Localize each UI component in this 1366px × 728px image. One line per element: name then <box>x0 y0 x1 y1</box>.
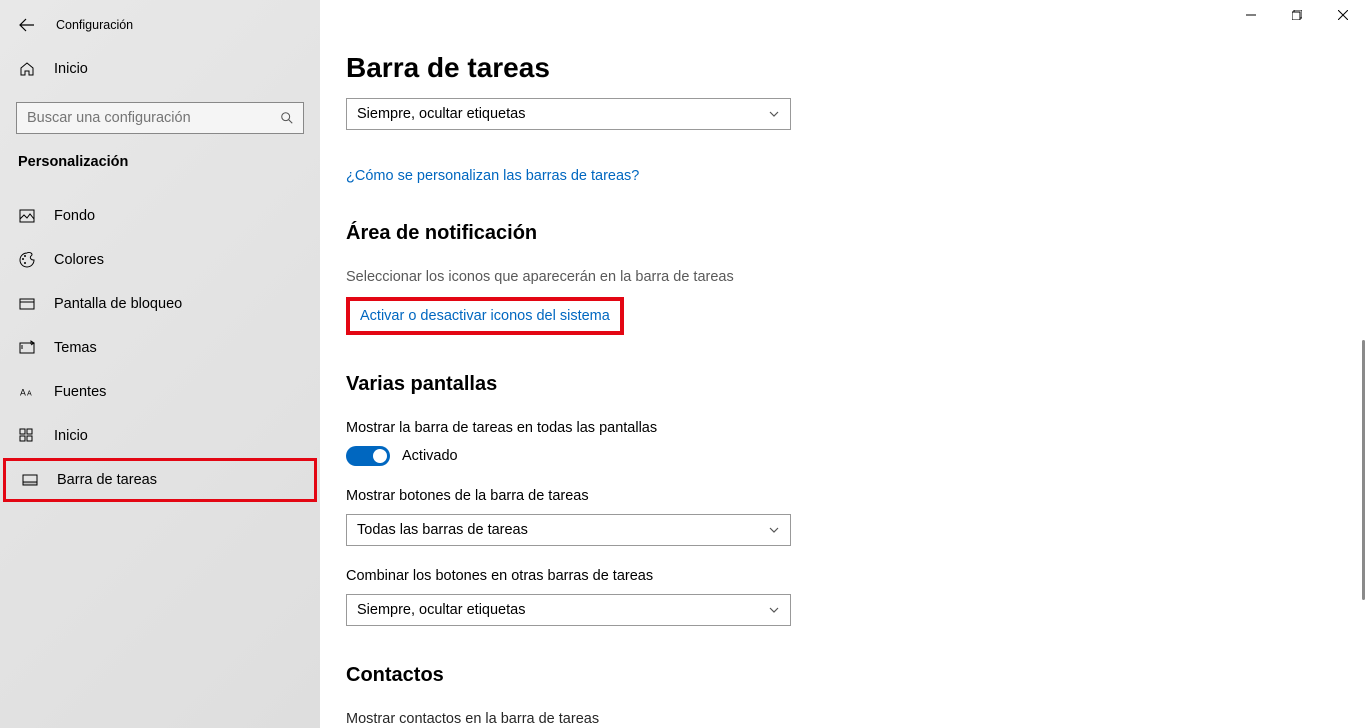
system-icons-link[interactable]: Activar o desactivar iconos del sistema <box>360 308 610 324</box>
sidebar-item-colores[interactable]: Colores <box>0 238 320 282</box>
combine-buttons-dropdown-2[interactable]: Siempre, ocultar etiquetas <box>346 594 791 626</box>
combine-buttons-label: Combinar los botones en otras barras de … <box>346 568 1366 584</box>
sidebar: Configuración Inicio Personalización Fon… <box>0 0 320 728</box>
close-button[interactable] <box>1320 0 1366 30</box>
taskbar-icon <box>21 471 39 489</box>
chevron-down-icon <box>768 604 780 616</box>
notification-area-heading: Área de notificación <box>346 184 1366 255</box>
chevron-down-icon <box>768 524 780 536</box>
window-controls <box>1228 0 1366 30</box>
fonts-icon: A A <box>18 383 36 401</box>
search-input[interactable] <box>16 102 304 134</box>
chevron-down-icon <box>768 108 780 120</box>
sidebar-item-inicio[interactable]: Inicio <box>0 414 320 458</box>
show-buttons-dropdown[interactable]: Todas las barras de tareas <box>346 514 791 546</box>
main-content: Barra de tareas Siempre, ocultar etiquet… <box>320 0 1366 728</box>
maximize-button[interactable] <box>1274 0 1320 30</box>
show-contacts-text: Mostrar contactos en la barra de tareas <box>346 711 1366 727</box>
sidebar-item-fondo[interactable]: Fondo <box>0 194 320 238</box>
svg-text:A: A <box>20 388 26 398</box>
sidebar-item-fuentes[interactable]: A A Fuentes <box>0 370 320 414</box>
sidebar-item-pantalla-bloqueo[interactable]: Pantalla de bloqueo <box>0 282 320 326</box>
dropdown-value: Todas las barras de tareas <box>357 522 528 538</box>
show-taskbar-all-label: Mostrar la barra de tareas en todas las … <box>346 420 1366 436</box>
home-icon <box>18 60 36 78</box>
themes-icon <box>18 339 36 357</box>
svg-text:A: A <box>27 391 32 398</box>
toggle-knob <box>373 449 387 463</box>
sidebar-item-label: Temas <box>54 340 97 356</box>
start-icon <box>18 427 36 445</box>
sidebar-item-barra-tareas[interactable]: Barra de tareas <box>3 458 317 502</box>
sidebar-item-label: Pantalla de bloqueo <box>54 296 182 312</box>
search-wrapper <box>16 102 304 134</box>
multiple-displays-heading: Varias pantallas <box>346 335 1366 406</box>
home-nav-item[interactable]: Inicio <box>0 50 320 88</box>
search-icon <box>280 111 294 125</box>
scrollbar-thumb[interactable] <box>1362 340 1365 600</box>
contacts-heading: Contactos <box>346 626 1366 697</box>
close-icon <box>1338 10 1348 20</box>
show-taskbar-toggle[interactable] <box>346 446 390 466</box>
minimize-button[interactable] <box>1228 0 1274 30</box>
select-icons-text[interactable]: Seleccionar los iconos que aparecerán en… <box>346 269 1366 285</box>
home-label: Inicio <box>54 61 88 77</box>
back-button[interactable] <box>18 16 36 34</box>
minimize-icon <box>1246 10 1256 20</box>
toggle-state-label: Activado <box>402 448 458 464</box>
sidebar-item-temas[interactable]: Temas <box>0 326 320 370</box>
dropdown-value: Siempre, ocultar etiquetas <box>357 106 525 122</box>
sidebar-item-label: Barra de tareas <box>57 472 157 488</box>
page-title: Barra de tareas <box>346 0 1366 98</box>
sidebar-item-label: Fondo <box>54 208 95 224</box>
picture-icon <box>18 207 36 225</box>
customize-taskbars-link[interactable]: ¿Cómo se personalizan las barras de tare… <box>346 168 1366 184</box>
arrow-left-icon <box>19 17 35 33</box>
combine-buttons-dropdown-1[interactable]: Siempre, ocultar etiquetas <box>346 98 791 130</box>
category-label: Personalización <box>0 154 320 194</box>
sidebar-item-label: Colores <box>54 252 104 268</box>
show-buttons-label: Mostrar botones de la barra de tareas <box>346 488 1366 504</box>
sidebar-item-label: Inicio <box>54 428 88 444</box>
system-icons-highlight: Activar o desactivar iconos del sistema <box>346 297 624 335</box>
palette-icon <box>18 251 36 269</box>
sidebar-item-label: Fuentes <box>54 384 106 400</box>
window-title: Configuración <box>56 18 133 32</box>
dropdown-value: Siempre, ocultar etiquetas <box>357 602 525 618</box>
maximize-icon <box>1292 10 1302 20</box>
lockscreen-icon <box>18 295 36 313</box>
